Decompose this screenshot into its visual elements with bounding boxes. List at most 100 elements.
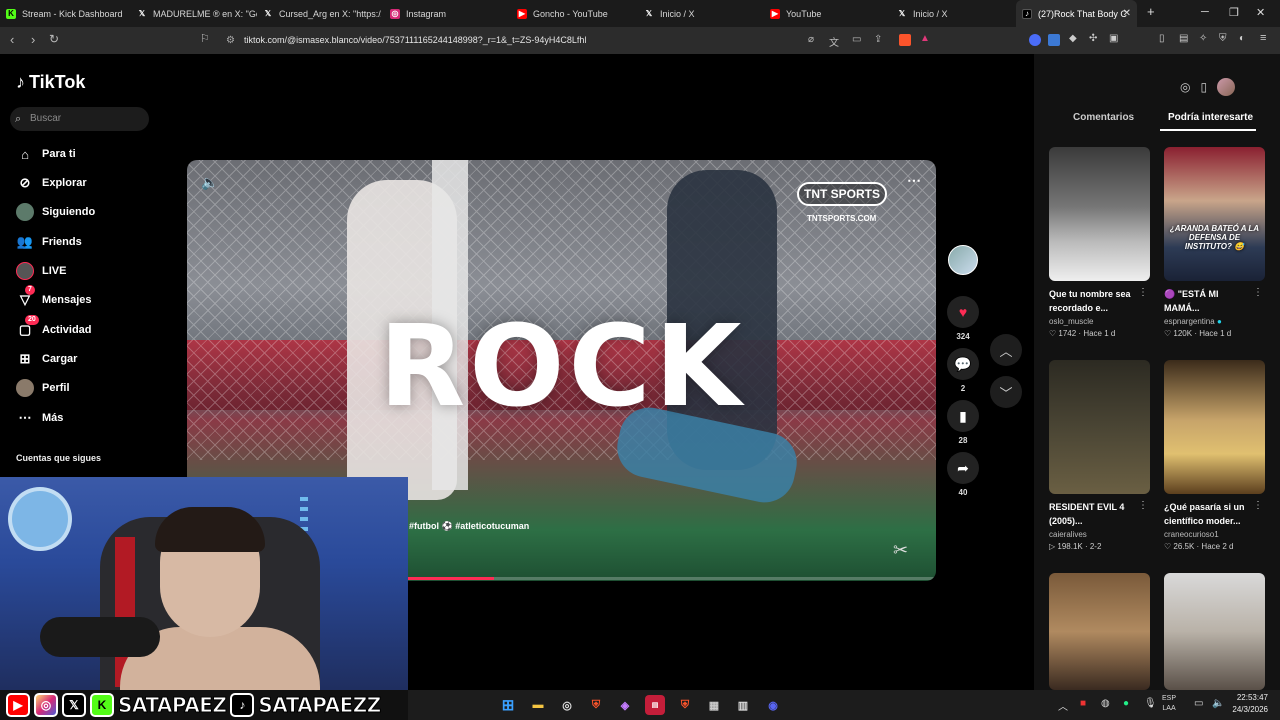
translate-off-icon[interactable]: ⌀	[808, 34, 814, 45]
suggested-video-card[interactable]: ⋮ RESIDENT EVIL 4 (2005)... caieralives …	[1049, 360, 1150, 551]
coins-icon[interactable]: ◎	[1180, 80, 1190, 94]
tab-label: Instagram	[406, 8, 447, 19]
vpn-icon[interactable]: ⛨	[1219, 33, 1231, 45]
video-hashtags[interactable]: #futbol ⚽ #atleticotucuman	[409, 521, 529, 532]
suggested-video-card[interactable]: ⋮ Que tu nombre sea recordado e... oslo_…	[1049, 147, 1150, 338]
suggested-video-card[interactable]	[1049, 573, 1150, 690]
browser-tab[interactable]: 𝕏 Inicio / X	[897, 0, 1015, 27]
home-icon: ⌂	[21, 146, 29, 162]
browser-tab[interactable]: K Stream - Kick Dashboard	[6, 0, 131, 27]
more-vertical-icon[interactable]: ⋮	[1138, 500, 1148, 511]
browser-tab-active[interactable]: ♪ (27)Rock That Body C ✕	[1016, 0, 1137, 27]
windows-start-icon[interactable]: ⊞	[498, 695, 518, 715]
nav-item-mas[interactable]: ⋯ Más	[16, 408, 64, 428]
extension-icon[interactable]	[1048, 34, 1060, 46]
minimize-icon[interactable]: ─	[1201, 6, 1209, 18]
nav-item-live[interactable]: LIVE	[16, 261, 66, 281]
chevron-down-icon: ﹀	[999, 385, 1013, 401]
video-more-icon[interactable]: ⋯	[907, 172, 921, 189]
share-icon[interactable]: ⇪	[874, 34, 882, 45]
chevron-up-icon[interactable]: ︿	[1058, 698, 1068, 713]
more-vertical-icon[interactable]: ⋮	[1253, 500, 1263, 511]
kick-icon: K	[6, 8, 16, 19]
language-indicator[interactable]: ESP LAA	[1162, 694, 1176, 714]
suggested-video-card[interactable]	[1164, 573, 1265, 690]
extension-icon[interactable]	[1029, 34, 1041, 46]
device-icon[interactable]: ▯	[1200, 80, 1207, 94]
app-icon[interactable]: ▤	[645, 695, 665, 715]
nav-item-friends[interactable]: 👥 Friends	[16, 232, 82, 252]
obs-icon[interactable]: ◎	[557, 695, 577, 715]
sidebar-icon[interactable]: ▯	[1159, 33, 1171, 45]
nav-item-cargar[interactable]: ⊞ Cargar	[16, 349, 78, 369]
x-icon: 𝕏	[898, 9, 906, 18]
maximize-icon[interactable]: ❐	[1229, 6, 1239, 19]
back-icon[interactable]: ‹	[10, 32, 14, 47]
forward-icon[interactable]: ›	[31, 32, 35, 47]
scroll-up-button[interactable]: ︿	[990, 334, 1022, 366]
like-button[interactable]: ♥ 324	[946, 296, 980, 341]
site-info-icon[interactable]: ⚙	[226, 31, 235, 50]
share-button[interactable]: ➦ 40	[946, 452, 980, 497]
extension-icon[interactable]: ◆	[1069, 33, 1081, 45]
browser-tab[interactable]: ◎ Instagram	[390, 0, 510, 27]
browser-tab[interactable]: 𝕏 MADURELME ® en X: "Go	[137, 0, 257, 27]
translate-icon[interactable]: 文	[829, 34, 839, 49]
new-tab-button[interactable]: +	[1147, 4, 1155, 19]
comment-button[interactable]: 💬 2	[946, 348, 980, 393]
tray-app-icon[interactable]: ◍	[1101, 698, 1110, 709]
tab-podria-interesarte[interactable]: Podría interesarte	[1168, 112, 1253, 123]
nav-item-siguiendo[interactable]: Siguiendo	[16, 202, 95, 222]
user-avatar[interactable]	[1217, 78, 1236, 96]
menu-icon[interactable]: ≡	[1260, 32, 1272, 44]
scroll-down-button[interactable]: ﹀	[990, 376, 1022, 408]
volume-icon[interactable]: 🔈	[201, 174, 218, 191]
nav-item-para-ti[interactable]: ⌂ Para ti	[16, 144, 76, 164]
tray-app-icon[interactable]: ■	[1080, 698, 1086, 709]
brave-rewards-icon[interactable]: ▲	[920, 33, 932, 45]
brave-icon[interactable]: ⛨	[586, 695, 606, 715]
suggested-video-card[interactable]: ¿ARANDA BATEÓ A LA DEFENSA DE INSTITUTO?…	[1164, 147, 1265, 338]
tiktok-icon: ♪	[230, 693, 255, 717]
leo-icon[interactable]: ✧	[1199, 33, 1211, 45]
nav-item-explorar[interactable]: ⊘ Explorar	[16, 173, 87, 193]
save-button[interactable]: ▮ 28	[946, 400, 980, 445]
nav-item-perfil[interactable]: Perfil	[16, 378, 70, 398]
puzzle-icon[interactable]: ✣	[1089, 33, 1101, 45]
copilot-icon[interactable]: ◈	[615, 695, 635, 715]
browser-tab[interactable]: 𝕏 Cursed_Arg en X: "https://	[263, 0, 381, 27]
nav-item-actividad[interactable]: ▢ 20 Actividad	[16, 315, 92, 340]
system-clock[interactable]: 22:53:47 24/3/2026	[1228, 692, 1268, 716]
vpn-icon[interactable]: ◐	[1239, 33, 1251, 45]
tiktok-logo[interactable]: ♪ TikTok	[16, 72, 85, 93]
network-icon[interactable]: ▭	[1194, 698, 1203, 709]
friends-icon: 👥	[16, 234, 34, 249]
notepad-icon[interactable]: ▥	[733, 695, 753, 715]
wallet-icon[interactable]: ▤	[1179, 33, 1191, 45]
more-vertical-icon[interactable]: ⋮	[1138, 287, 1148, 298]
suggested-video-card[interactable]: ⋮ ¿Qué pasaría si un científico moder...…	[1164, 360, 1265, 551]
card-user: craneocurioso1	[1164, 530, 1219, 539]
reload-icon[interactable]: ↻	[49, 32, 59, 46]
author-avatar[interactable]	[948, 245, 978, 275]
tray-app-icon[interactable]: ●	[1123, 698, 1129, 709]
nav-item-mensajes[interactable]: ▽ 7 Mensajes	[16, 285, 92, 310]
more-vertical-icon[interactable]: ⋮	[1253, 287, 1263, 298]
close-icon[interactable]: ✕	[1123, 8, 1131, 19]
search-input[interactable]: ⌕ Buscar	[10, 107, 149, 131]
discord-icon[interactable]: ◉	[763, 695, 783, 715]
volume-icon[interactable]: 🔈	[1212, 698, 1224, 709]
brave-shield-icon[interactable]	[899, 34, 911, 46]
cast-icon[interactable]: ▭	[852, 34, 861, 45]
brave-icon[interactable]: ⛨	[675, 695, 695, 715]
browser-tab[interactable]: ▶ Goncho - YouTube	[517, 0, 637, 27]
browser-tab[interactable]: 𝕏 Inicio / X	[644, 0, 764, 27]
microphone-icon[interactable]: 🎙	[1144, 698, 1157, 709]
close-window-icon[interactable]: ✕	[1256, 6, 1265, 19]
extension-icon[interactable]: ▣	[1109, 33, 1121, 45]
browser-tab[interactable]: ▶ YouTube	[770, 0, 890, 27]
file-explorer-icon[interactable]: ▬	[528, 695, 548, 715]
calculator-icon[interactable]: ▦	[704, 695, 724, 715]
bookmark-icon[interactable]: ⚐	[200, 32, 210, 45]
tab-comentarios[interactable]: Comentarios	[1073, 112, 1134, 123]
